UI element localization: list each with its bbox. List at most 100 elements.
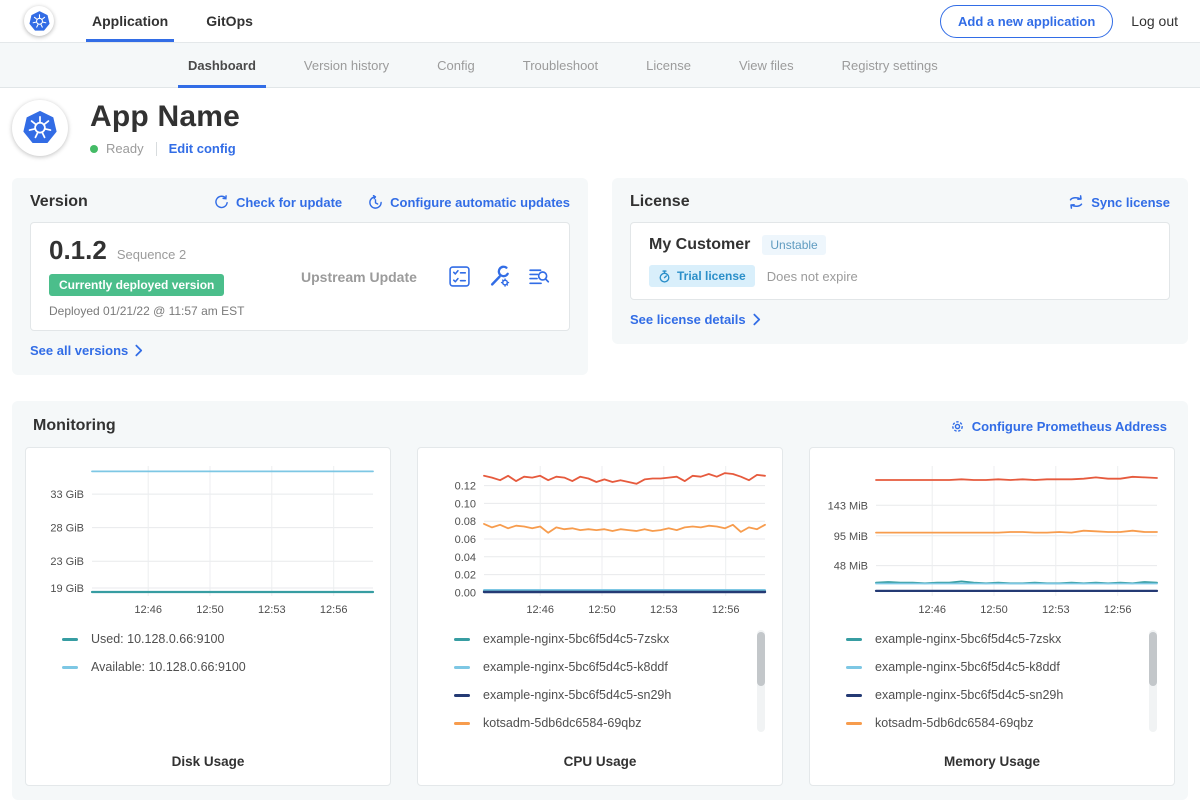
- tab-license[interactable]: License: [622, 43, 715, 87]
- svg-text:0.08: 0.08: [455, 516, 476, 528]
- svg-text:0.00: 0.00: [455, 587, 476, 599]
- kubernetes-logo-icon: [28, 10, 51, 33]
- see-license-details-link[interactable]: See license details: [630, 312, 761, 327]
- legend-label: example-nginx-5bc6f5d4c5-k8ddf: [875, 660, 1060, 674]
- license-detail-card: My Customer Unstable Trial license Does …: [630, 222, 1170, 300]
- svg-text:12:56: 12:56: [712, 604, 740, 616]
- deployed-timestamp: Deployed 01/21/22 @ 11:57 am EST: [49, 304, 279, 318]
- legend-scrollbar-thumb[interactable]: [757, 632, 765, 686]
- legend-item: example-nginx-5bc6f5d4c5-7zskx: [454, 632, 754, 646]
- chart-title: Memory Usage: [818, 744, 1166, 773]
- clock-refresh-icon: [368, 195, 383, 210]
- gear-icon: [950, 419, 965, 434]
- add-application-button[interactable]: Add a new application: [940, 5, 1113, 38]
- svg-text:12:46: 12:46: [526, 604, 554, 616]
- logout-button[interactable]: Log out: [1131, 13, 1178, 29]
- app-sub-nav: DashboardVersion historyConfigTroublesho…: [0, 42, 1200, 88]
- legend-item: example-nginx-5bc6f5d4c5-7zskx: [846, 632, 1146, 646]
- version-card-title: Version: [30, 193, 88, 211]
- legend-label: example-nginx-5bc6f5d4c5-sn29h: [483, 688, 671, 702]
- legend-item: example-nginx-5bc6f5d4c5-sn29h: [454, 688, 754, 702]
- app-header: App Name Ready Edit config: [0, 88, 1200, 170]
- channel-badge: Unstable: [762, 235, 825, 255]
- svg-text:95 MiB: 95 MiB: [834, 531, 868, 543]
- legend-label: kotsadm-5db6dc6584-69qbz: [875, 716, 1033, 730]
- svg-text:12:46: 12:46: [918, 604, 946, 616]
- configure-prometheus-link[interactable]: Configure Prometheus Address: [950, 419, 1167, 434]
- check-for-update-link[interactable]: Check for update: [214, 195, 342, 210]
- legend-label: example-nginx-5bc6f5d4c5-7zskx: [483, 632, 669, 646]
- svg-text:0.06: 0.06: [455, 534, 476, 546]
- legend-scrollbar-track[interactable]: [757, 630, 765, 732]
- chart-legend: Used: 10.128.0.66:9100 Available: 10.128.…: [34, 622, 382, 742]
- legend-item: example-nginx-5bc6f5d4c5-k8ddf: [454, 660, 754, 674]
- edit-config-link[interactable]: Edit config: [169, 141, 236, 156]
- see-all-versions-link[interactable]: See all versions: [30, 343, 143, 358]
- top-tab-application[interactable]: Application: [86, 0, 174, 42]
- preflight-checks-button[interactable]: [448, 265, 471, 288]
- view-diff-button[interactable]: [528, 265, 551, 288]
- tab-view-files[interactable]: View files: [715, 43, 818, 87]
- tab-registry-settings[interactable]: Registry settings: [818, 43, 962, 87]
- version-card: Version Check for update Configure au: [12, 178, 588, 375]
- monitoring-section: Monitoring Configure Prometheus Address …: [12, 401, 1188, 800]
- svg-text:143 MiB: 143 MiB: [828, 500, 868, 512]
- chart-card-disk-usage: 33 GiB28 GiB23 GiB19 GiB12:4612:5012:531…: [25, 447, 391, 786]
- legend-label: Used: 10.128.0.66:9100: [91, 632, 224, 646]
- chart-legend: example-nginx-5bc6f5d4c5-7zskx example-ng…: [818, 622, 1166, 744]
- legend-label: example-nginx-5bc6f5d4c5-7zskx: [875, 632, 1061, 646]
- license-expiry: Does not expire: [767, 269, 858, 284]
- tab-config[interactable]: Config: [413, 43, 499, 87]
- see-all-versions-label: See all versions: [30, 343, 128, 358]
- refresh-icon: [214, 195, 229, 210]
- top-tab-gitops[interactable]: GitOps: [200, 0, 259, 42]
- top-nav-tabs: Application GitOps: [86, 0, 285, 42]
- check-for-update-label: Check for update: [236, 195, 342, 210]
- legend-scrollbar-track[interactable]: [1149, 630, 1157, 732]
- svg-text:12:46: 12:46: [134, 604, 162, 616]
- sync-license-link[interactable]: Sync license: [1068, 194, 1170, 210]
- top-nav: ApplicationGitOps Add a new application …: [0, 0, 1200, 42]
- sync-license-label: Sync license: [1091, 195, 1170, 210]
- monitoring-title: Monitoring: [33, 417, 116, 435]
- version-sequence: Sequence 2: [117, 247, 186, 262]
- update-type-label: Upstream Update: [301, 269, 417, 285]
- chart-title: CPU Usage: [426, 744, 774, 773]
- svg-text:33 GiB: 33 GiB: [50, 489, 84, 501]
- svg-text:12:53: 12:53: [650, 604, 678, 616]
- legend-dash-icon: [846, 666, 862, 669]
- edit-config-button[interactable]: [488, 265, 511, 288]
- legend-scrollbar-thumb[interactable]: [1149, 632, 1157, 686]
- legend-item: Available: 10.128.0.66:9100: [62, 660, 362, 674]
- chart-legend: example-nginx-5bc6f5d4c5-7zskx example-ng…: [426, 622, 774, 744]
- svg-text:12:53: 12:53: [1042, 604, 1070, 616]
- tab-version-history[interactable]: Version history: [280, 43, 413, 87]
- legend-dash-icon: [846, 722, 862, 725]
- brand[interactable]: [24, 0, 54, 42]
- legend-item: example-nginx-5bc6f5d4c5-k8ddf: [846, 660, 1146, 674]
- legend-item: kotsadm-5db6dc6584-69qbz: [454, 716, 754, 730]
- configure-automatic-updates-link[interactable]: Configure automatic updates: [368, 195, 570, 210]
- configure-automatic-updates-label: Configure automatic updates: [390, 195, 570, 210]
- legend-dash-icon: [454, 722, 470, 725]
- svg-text:23 GiB: 23 GiB: [50, 556, 84, 568]
- chart-card-memory-usage: 143 MiB95 MiB48 MiB12:4612:5012:5312:56e…: [809, 447, 1175, 786]
- svg-text:19 GiB: 19 GiB: [50, 583, 84, 595]
- legend-label: kotsadm-5db6dc6584-69qbz: [483, 716, 641, 730]
- tab-troubleshoot[interactable]: Troubleshoot: [499, 43, 622, 87]
- legend-dash-icon: [454, 666, 470, 669]
- deployed-badge: Currently deployed version: [49, 274, 224, 296]
- see-license-details-label: See license details: [630, 312, 746, 327]
- license-card: License Sync license My Customer Unstabl…: [612, 178, 1188, 344]
- divider: [156, 142, 157, 156]
- svg-text:12:50: 12:50: [588, 604, 616, 616]
- legend-label: example-nginx-5bc6f5d4c5-k8ddf: [483, 660, 668, 674]
- legend-label: Available: 10.128.0.66:9100: [91, 660, 246, 674]
- status-text: Ready: [106, 141, 144, 156]
- legend-item: example-nginx-5bc6f5d4c5-sn29h: [846, 688, 1146, 702]
- customer-name: My Customer: [649, 236, 750, 254]
- legend-dash-icon: [454, 694, 470, 697]
- svg-text:12:50: 12:50: [196, 604, 224, 616]
- tab-dashboard[interactable]: Dashboard: [164, 43, 280, 87]
- checklist-icon: [448, 265, 471, 288]
